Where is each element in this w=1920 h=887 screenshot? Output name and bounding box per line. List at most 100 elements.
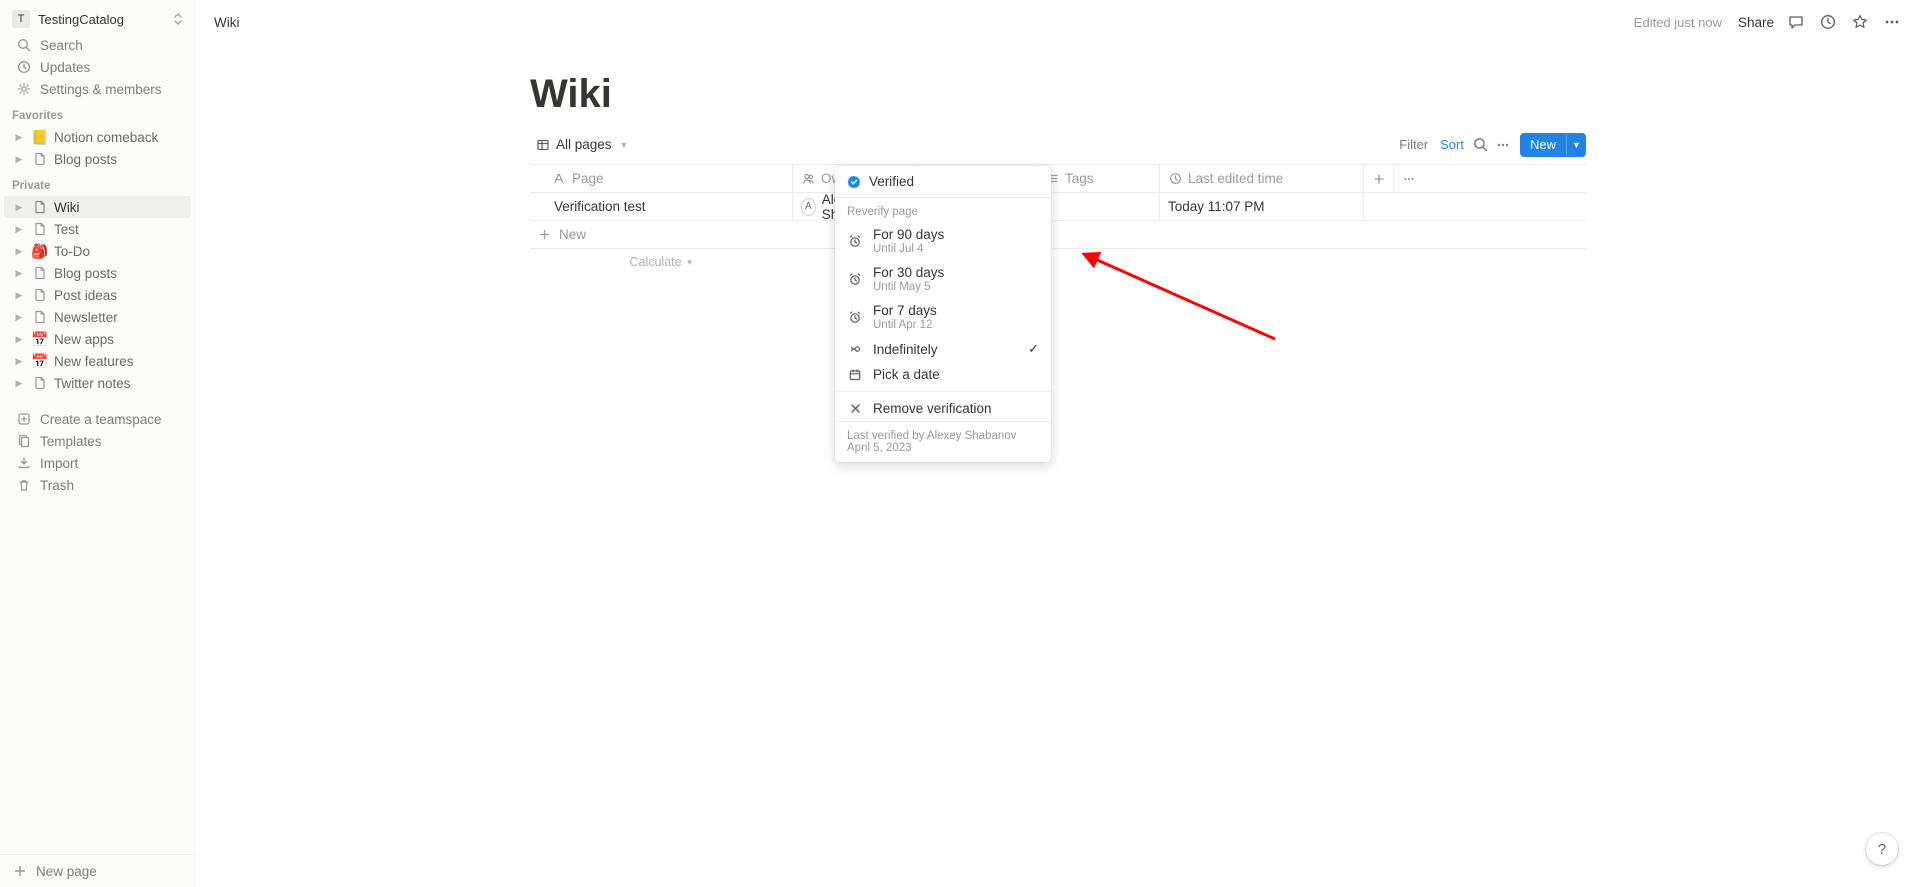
reverify-option-30-days[interactable]: For 30 days Until May 5 <box>835 260 1051 298</box>
new-record-button[interactable]: New ▼ <box>1520 133 1586 157</box>
new-page-button[interactable]: New page <box>0 854 195 887</box>
calculate-button[interactable]: Calculate ▼ <box>629 255 693 269</box>
table-row[interactable]: Verification test A Alexey Shabanov Ver <box>530 193 1586 221</box>
more-button[interactable] <box>1876 8 1908 36</box>
sidebar-trash[interactable]: Trash <box>4 474 191 496</box>
alarm-icon <box>847 310 863 324</box>
option-label: For 90 days <box>873 227 1039 242</box>
workspace-switcher[interactable]: T TestingCatalog <box>0 0 195 34</box>
star-icon <box>1850 12 1870 32</box>
sidebar-item-blog-posts[interactable]: ▶ Blog posts <box>4 262 191 284</box>
sidebar-search[interactable]: Search <box>4 34 191 56</box>
sidebar-settings[interactable]: Settings & members <box>4 78 191 100</box>
comments-button[interactable] <box>1780 8 1812 36</box>
share-button[interactable]: Share <box>1732 11 1780 34</box>
column-options-button[interactable] <box>1394 165 1424 192</box>
column-tags[interactable]: Tags <box>1037 165 1160 192</box>
new-row-button[interactable]: New <box>530 221 1586 249</box>
sidebar-item-label: Test <box>54 222 183 237</box>
sidebar-updates-label: Updates <box>40 60 90 75</box>
breadcrumb[interactable]: Wiki <box>208 13 246 32</box>
sidebar-item-newsletter[interactable]: ▶ Newsletter <box>4 306 191 328</box>
sidebar-item-label: New apps <box>54 332 183 347</box>
sidebar-item-post-ideas[interactable]: ▶ Post ideas <box>4 284 191 306</box>
sort-button[interactable]: Sort <box>1434 133 1470 156</box>
dots-icon <box>1495 137 1511 153</box>
infinity-icon <box>847 342 863 356</box>
tab-all-pages[interactable]: All pages ▼ <box>530 131 634 158</box>
footer-line1: Last verified by Alexey Shabanov <box>847 430 1039 442</box>
help-button[interactable]: ? <box>1866 833 1898 865</box>
cell-tags[interactable] <box>1037 193 1160 220</box>
chevron-down-icon[interactable]: ▼ <box>1566 133 1586 157</box>
sidebar-item-wiki[interactable]: ▶ Wiki <box>4 196 191 218</box>
sidebar-item-label: Twitter notes <box>54 376 183 391</box>
document-icon <box>31 374 49 392</box>
help-icon: ? <box>1878 841 1886 858</box>
favorite-button[interactable] <box>1844 8 1876 36</box>
column-last-edited[interactable]: Last edited time <box>1160 165 1364 192</box>
sidebar-create-teamspace-label: Create a teamspace <box>40 412 162 427</box>
sidebar-item-label: Blog posts <box>54 266 183 281</box>
chevron-right-icon: ▶ <box>12 266 26 280</box>
page-emoji-icon: 📅 <box>31 352 49 370</box>
gear-icon <box>16 81 32 97</box>
dots-icon <box>1402 172 1416 186</box>
sidebar-item-new-features[interactable]: ▶ 📅 New features <box>4 350 191 372</box>
check-icon: ✓ <box>1028 341 1039 357</box>
reverify-option-indefinitely[interactable]: Indefinitely ✓ <box>835 336 1051 362</box>
history-button[interactable] <box>1812 8 1844 36</box>
page-title[interactable]: Wiki <box>530 44 1586 125</box>
page-emoji-icon: 🎒 <box>31 242 49 260</box>
sidebar-item-todo[interactable]: ▶ 🎒 To-Do <box>4 240 191 262</box>
option-sub: Until Apr 12 <box>873 319 1039 331</box>
sidebar-templates[interactable]: Templates <box>4 430 191 452</box>
cell-page[interactable]: Verification test <box>530 193 793 220</box>
reverify-option-90-days[interactable]: For 90 days Until Jul 4 <box>835 222 1051 260</box>
sidebar-item-test[interactable]: ▶ Test <box>4 218 191 240</box>
sidebar-item-notion-comeback[interactable]: ▶ 📒 Notion comeback <box>4 126 191 148</box>
document-icon <box>31 198 49 216</box>
reverify-option-7-days[interactable]: For 7 days Until Apr 12 <box>835 298 1051 336</box>
trash-icon <box>16 477 32 493</box>
popover-footer: Last verified by Alexey Shabanov April 5… <box>835 421 1051 462</box>
remove-verification-button[interactable]: Remove verification <box>835 396 1051 421</box>
sidebar-item-new-apps[interactable]: ▶ 📅 New apps <box>4 328 191 350</box>
chevron-right-icon: ▶ <box>12 200 26 214</box>
filter-button[interactable]: Filter <box>1393 133 1434 156</box>
sidebar-item-twitter-notes[interactable]: ▶ Twitter notes <box>4 372 191 394</box>
popover-status: Verified <box>869 174 914 189</box>
document-icon <box>31 220 49 238</box>
sidebar-settings-label: Settings & members <box>40 82 162 97</box>
time-property-icon <box>1168 172 1182 186</box>
sidebar-item-label: Wiki <box>54 200 183 215</box>
remove-label: Remove verification <box>873 401 1039 416</box>
page-emoji-icon: 📅 <box>31 330 49 348</box>
search-icon <box>1473 137 1488 152</box>
chevron-right-icon: ▶ <box>12 354 26 368</box>
chevron-right-icon: ▶ <box>12 288 26 302</box>
dots-icon <box>1882 12 1902 32</box>
sidebar: T TestingCatalog Search Updates Settings… <box>0 0 196 887</box>
chevron-right-icon: ▶ <box>12 244 26 258</box>
chevron-right-icon: ▶ <box>12 310 26 324</box>
page-emoji-icon: 📒 <box>31 128 49 146</box>
search-view-button[interactable] <box>1470 134 1492 156</box>
column-label: Last edited time <box>1188 171 1283 186</box>
sidebar-trash-label: Trash <box>40 478 74 493</box>
comment-icon <box>1786 12 1806 32</box>
sidebar-item-blog-posts-fav[interactable]: ▶ Blog posts <box>4 148 191 170</box>
view-options-button[interactable] <box>1492 134 1514 156</box>
tab-label: All pages <box>556 137 612 152</box>
search-icon <box>16 37 32 53</box>
add-column-button[interactable] <box>1364 165 1394 192</box>
reverify-option-pick-date[interactable]: Pick a date <box>835 362 1051 387</box>
templates-icon <box>16 433 32 449</box>
sidebar-updates[interactable]: Updates <box>4 56 191 78</box>
sidebar-create-teamspace[interactable]: Create a teamspace <box>4 408 191 430</box>
new-record-label: New <box>1520 137 1566 152</box>
option-label: For 7 days <box>873 303 1039 318</box>
topbar: Wiki Edited just now Share <box>196 0 1920 44</box>
sidebar-import[interactable]: Import <box>4 452 191 474</box>
column-page[interactable]: Page <box>530 165 793 192</box>
